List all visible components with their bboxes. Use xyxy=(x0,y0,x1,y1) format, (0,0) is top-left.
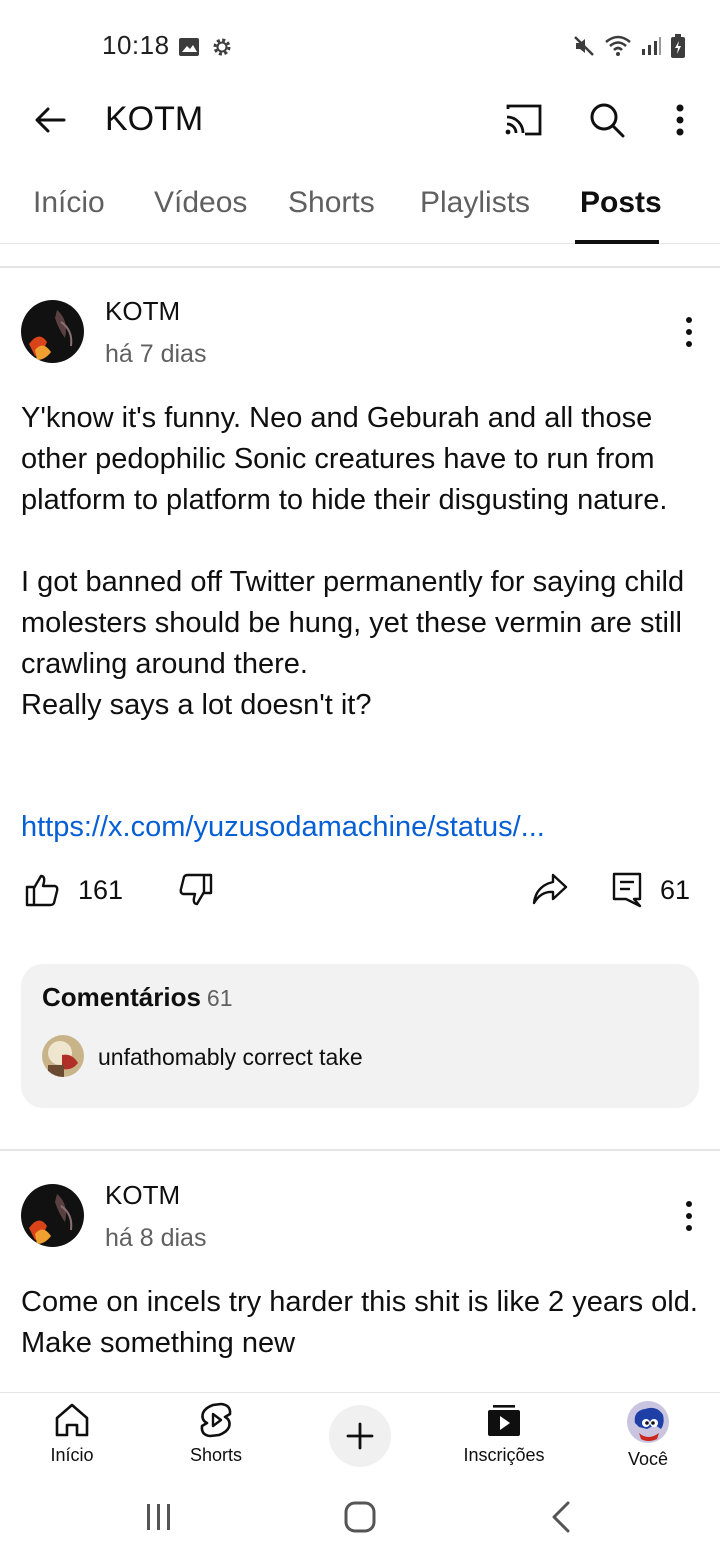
settings-notification-icon xyxy=(213,38,231,56)
post-card: KOTM há 7 dias Y'know it's funny. Neo an… xyxy=(0,268,720,1148)
tab-inicio[interactable]: Início xyxy=(33,186,105,220)
like-icon xyxy=(25,874,59,907)
comments-button[interactable]: 61 xyxy=(612,872,690,908)
post-paragraph: Come on incels try harder this shit is l… xyxy=(21,1286,698,1359)
avatar-image xyxy=(21,300,84,363)
tab-videos[interactable]: Vídeos xyxy=(154,186,247,220)
more-vert-icon xyxy=(686,1201,692,1207)
avatar-image xyxy=(21,1184,84,1247)
bottom-navigation: Início Shorts Inscrições Você xyxy=(0,1392,720,1480)
post-timestamp: há 7 dias xyxy=(105,340,207,368)
more-vert-icon xyxy=(676,104,684,136)
nav-you-label: Você xyxy=(627,1449,669,1469)
post-card: KOTM há 8 dias Come on incels try harder… xyxy=(0,1152,720,1392)
dislike-icon xyxy=(179,873,213,906)
share-icon xyxy=(532,873,568,905)
mute-icon xyxy=(574,36,594,56)
comments-header-count: 61 xyxy=(206,985,233,1011)
nav-subscriptions-label: Inscrições xyxy=(463,1445,545,1465)
post-body: Come on incels try harder this shit is l… xyxy=(21,1282,701,1364)
back-button[interactable] xyxy=(28,98,72,142)
more-options-button[interactable] xyxy=(658,98,702,142)
search-button[interactable] xyxy=(585,98,629,142)
like-count: 161 xyxy=(78,874,124,905)
post-author[interactable]: KOTM xyxy=(105,296,180,327)
nav-subscriptions[interactable]: Inscrições xyxy=(449,1401,559,1466)
post-actions: 161 61 xyxy=(0,872,720,932)
status-bar: 10:18 xyxy=(0,0,720,80)
system-navigation-bar xyxy=(0,1480,720,1560)
post-link[interactable]: https://x.com/yuzusodamachine/status/... xyxy=(21,811,545,844)
back-arrow-icon xyxy=(35,107,66,133)
channel-tabs: Início Vídeos Shorts Playlists Posts xyxy=(0,160,720,244)
post-body: Y'know it's funny. Neo and Geburah and a… xyxy=(21,398,701,726)
battery-icon xyxy=(671,34,685,58)
home-system-icon[interactable] xyxy=(343,1500,377,1534)
search-icon xyxy=(590,103,625,138)
status-notification-icons xyxy=(178,35,234,59)
dislike-button[interactable] xyxy=(178,872,214,908)
app-bar: KOTM xyxy=(0,80,720,160)
comments-header: Comentários 61 xyxy=(42,982,233,1012)
post-menu-button[interactable] xyxy=(674,312,704,352)
channel-avatar[interactable] xyxy=(21,300,84,363)
channel-avatar[interactable] xyxy=(21,1184,84,1247)
nav-home-label: Início xyxy=(50,1445,94,1465)
recent-apps-icon[interactable] xyxy=(145,1502,173,1532)
post-menu-button[interactable] xyxy=(674,1196,704,1236)
more-vert-icon xyxy=(686,317,692,323)
signal-icon xyxy=(642,37,661,55)
wifi-icon xyxy=(605,35,631,56)
tab-playlists[interactable]: Playlists xyxy=(420,186,530,220)
status-time: 10:18 xyxy=(102,30,170,60)
profile-avatar-icon xyxy=(627,1401,669,1443)
create-button[interactable] xyxy=(329,1405,391,1467)
nav-you[interactable]: Você xyxy=(593,1401,703,1470)
nav-shorts[interactable]: Shorts xyxy=(161,1401,271,1466)
status-system-icons xyxy=(572,33,686,59)
post-author[interactable]: KOTM xyxy=(105,1180,180,1211)
back-system-icon[interactable] xyxy=(549,1500,573,1534)
post-paragraph: Y'know it's funny. Neo and Geburah and a… xyxy=(21,402,668,516)
share-button[interactable] xyxy=(531,872,569,906)
add-icon xyxy=(346,1422,374,1450)
cast-icon xyxy=(505,104,542,136)
cast-button[interactable] xyxy=(501,98,545,142)
nav-shorts-label: Shorts xyxy=(189,1445,243,1465)
comments-preview[interactable]: Comentários 61 unfathomably correct take xyxy=(21,964,699,1108)
shorts-icon xyxy=(200,1402,232,1438)
comment-count: 61 xyxy=(660,874,691,905)
gallery-notification-icon xyxy=(179,38,199,56)
comment-icon xyxy=(612,872,642,908)
post-timestamp: há 8 dias xyxy=(105,1224,207,1252)
active-tab-indicator xyxy=(575,240,659,244)
like-button[interactable]: 161 xyxy=(24,872,123,908)
channel-title: KOTM xyxy=(105,100,204,138)
top-comment-text: unfathomably correct take xyxy=(98,1044,363,1070)
nav-home[interactable]: Início xyxy=(17,1401,127,1466)
tab-posts[interactable]: Posts xyxy=(580,186,662,220)
subscriptions-icon xyxy=(488,1405,520,1436)
tab-shorts[interactable]: Shorts xyxy=(288,186,375,220)
post-paragraph: I got banned off Twitter permanently for… xyxy=(21,566,685,721)
avatar-image xyxy=(42,1035,84,1077)
commenter-avatar xyxy=(42,1035,84,1077)
home-icon xyxy=(55,1403,89,1437)
divider xyxy=(0,1149,720,1151)
